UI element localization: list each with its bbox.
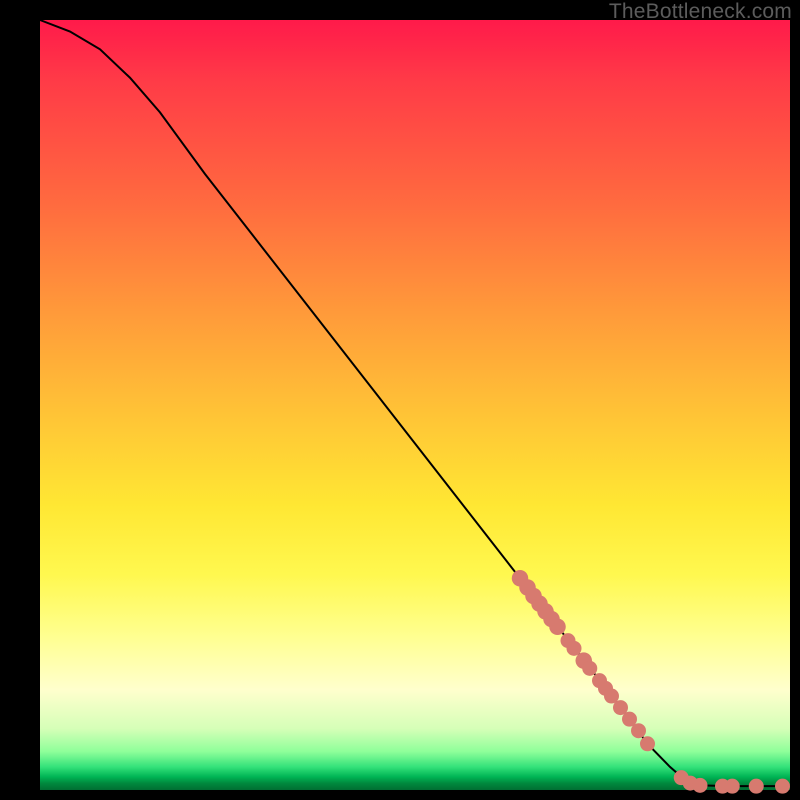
data-marker: [549, 619, 566, 636]
watermark-text: TheBottleneck.com: [609, 0, 792, 24]
data-markers: [512, 570, 790, 794]
data-marker: [725, 779, 740, 794]
chart-overlay: [40, 20, 790, 790]
bottleneck-curve: [40, 20, 790, 786]
plot-area: [40, 20, 790, 790]
data-marker: [640, 736, 655, 751]
data-marker: [567, 641, 582, 656]
data-marker: [749, 779, 764, 794]
data-marker: [693, 778, 708, 793]
data-marker: [582, 661, 597, 676]
data-marker: [631, 723, 646, 738]
chart-stage: TheBottleneck.com: [0, 0, 800, 800]
data-marker: [775, 779, 790, 794]
